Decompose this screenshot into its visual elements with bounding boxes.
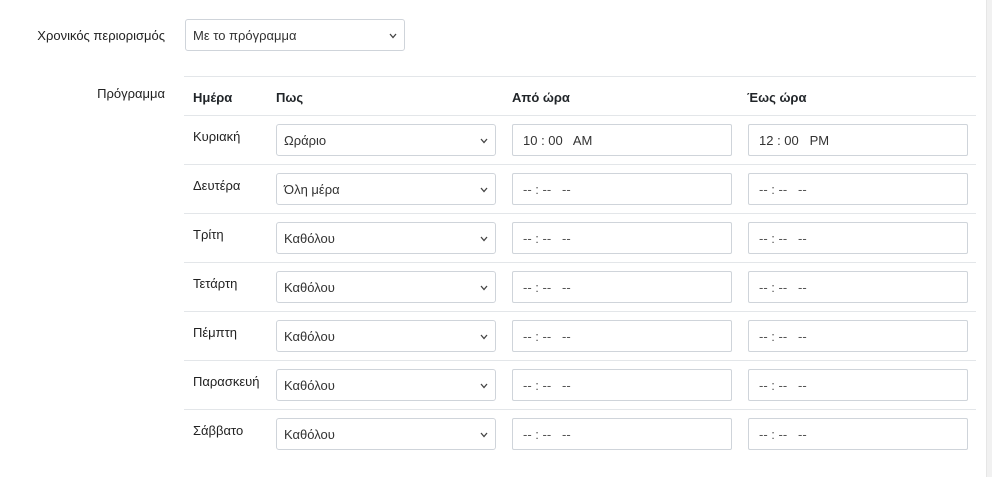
how-select[interactable]: Όλη μέρα	[276, 173, 496, 205]
how-select[interactable]: Καθόλου	[276, 320, 496, 352]
chevron-down-icon	[480, 236, 488, 244]
chevron-down-icon	[480, 285, 488, 293]
day-label: Σάββατο	[193, 423, 244, 438]
how-select-value: Καθόλου	[284, 230, 335, 246]
day-label: Τετάρτη	[193, 276, 238, 291]
how-select-value: Καθόλου	[284, 377, 335, 393]
restriction-label: Χρονικός περιορισμός	[37, 28, 165, 43]
from-time-input[interactable]: -- : -- --	[512, 173, 732, 205]
schedule-label: Πρόγραμμα	[97, 86, 165, 101]
chevron-down-icon	[480, 187, 488, 195]
day-label: Παρασκευή	[193, 374, 260, 389]
chevron-down-icon	[480, 334, 488, 342]
from-time-input[interactable]: -- : -- --	[512, 320, 732, 352]
chevron-down-icon	[480, 432, 488, 440]
chevron-down-icon	[480, 138, 488, 146]
header-to: Έως ώρα	[747, 90, 807, 105]
to-time-input[interactable]: -- : -- --	[748, 369, 968, 401]
from-time-input[interactable]: -- : -- --	[512, 222, 732, 254]
header-how: Πως	[276, 90, 304, 105]
row-divider	[184, 262, 976, 263]
row-divider	[184, 164, 976, 165]
how-select-value: Ωράριο	[284, 132, 327, 148]
from-time-input[interactable]: 10 : 00 AM	[512, 124, 732, 156]
to-time-input[interactable]: 12 : 00 PM	[748, 124, 968, 156]
how-select[interactable]: Καθόλου	[276, 222, 496, 254]
how-select-value: Καθόλου	[284, 279, 335, 295]
row-divider	[184, 409, 976, 410]
row-divider	[184, 213, 976, 214]
how-select-value: Όλη μέρα	[284, 181, 340, 197]
how-select-value: Καθόλου	[284, 426, 335, 442]
to-time-input[interactable]: -- : -- --	[748, 320, 968, 352]
restriction-select[interactable]: Με το πρόγραμμα	[185, 19, 405, 51]
restriction-select-value: Με το πρόγραμμα	[193, 27, 297, 43]
from-time-input[interactable]: -- : -- --	[512, 271, 732, 303]
how-select-value: Καθόλου	[284, 328, 335, 344]
how-select[interactable]: Καθόλου	[276, 369, 496, 401]
how-select[interactable]: Καθόλου	[276, 271, 496, 303]
day-label: Πέμπτη	[193, 325, 238, 340]
row-divider	[184, 115, 976, 116]
chevron-down-icon	[480, 383, 488, 391]
header-day: Ημέρα	[193, 90, 233, 105]
to-time-input[interactable]: -- : -- --	[748, 271, 968, 303]
from-time-input[interactable]: -- : -- --	[512, 369, 732, 401]
header-from: Από ώρα	[512, 90, 570, 105]
day-label: Τρίτη	[193, 227, 224, 242]
to-time-input[interactable]: -- : -- --	[748, 418, 968, 450]
how-select[interactable]: Καθόλου	[276, 418, 496, 450]
scrollbar-track[interactable]	[986, 0, 992, 477]
row-divider	[184, 311, 976, 312]
how-select[interactable]: Ωράριο	[276, 124, 496, 156]
table-divider	[184, 76, 976, 77]
from-time-input[interactable]: -- : -- --	[512, 418, 732, 450]
day-label: Δευτέρα	[193, 178, 241, 193]
row-divider	[184, 360, 976, 361]
to-time-input[interactable]: -- : -- --	[748, 222, 968, 254]
chevron-down-icon	[389, 33, 397, 41]
to-time-input[interactable]: -- : -- --	[748, 173, 968, 205]
day-label: Κυριακή	[193, 129, 241, 144]
